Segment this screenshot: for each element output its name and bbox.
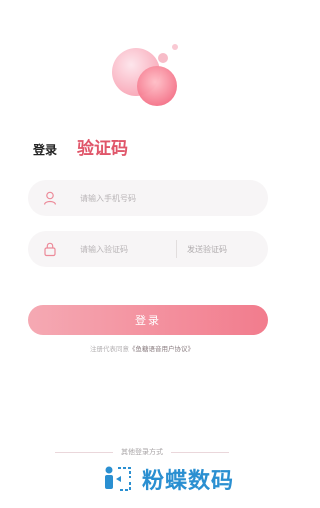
verification-code-field[interactable]: 发送验证码 [28,231,268,267]
user-agreement-link[interactable]: 《鱼糖语音用户协议》 [129,345,194,353]
send-code-button[interactable]: 发送验证码 [187,244,227,255]
other-login-divider: 其他登录方式 [0,447,284,457]
divider-line-left [55,451,113,453]
agreement-prefix: 注册代表同意 [90,345,129,353]
app-logo [112,44,178,106]
field-divider [176,240,177,258]
watermark-logo-icon [105,466,131,491]
agreement-notice: 注册代表同意《鱼糖语音用户协议》 [0,343,284,353]
phone-input[interactable] [80,193,200,203]
lock-icon [44,242,56,257]
watermark: 粉蝶数码 [102,462,234,496]
tab-verification-code[interactable]: 验证码 [77,134,128,159]
login-button[interactable]: 登录 [28,305,268,335]
tab-login[interactable]: 登录 [33,141,57,158]
login-mode-tabs: 登录 验证码 [33,134,128,159]
divider-line-right [171,451,229,453]
other-login-label: 其他登录方式 [121,448,163,456]
verification-code-input[interactable] [80,244,172,254]
watermark-text: 粉蝶数码 [142,469,235,494]
user-icon [43,191,57,205]
phone-field[interactable] [28,180,268,216]
